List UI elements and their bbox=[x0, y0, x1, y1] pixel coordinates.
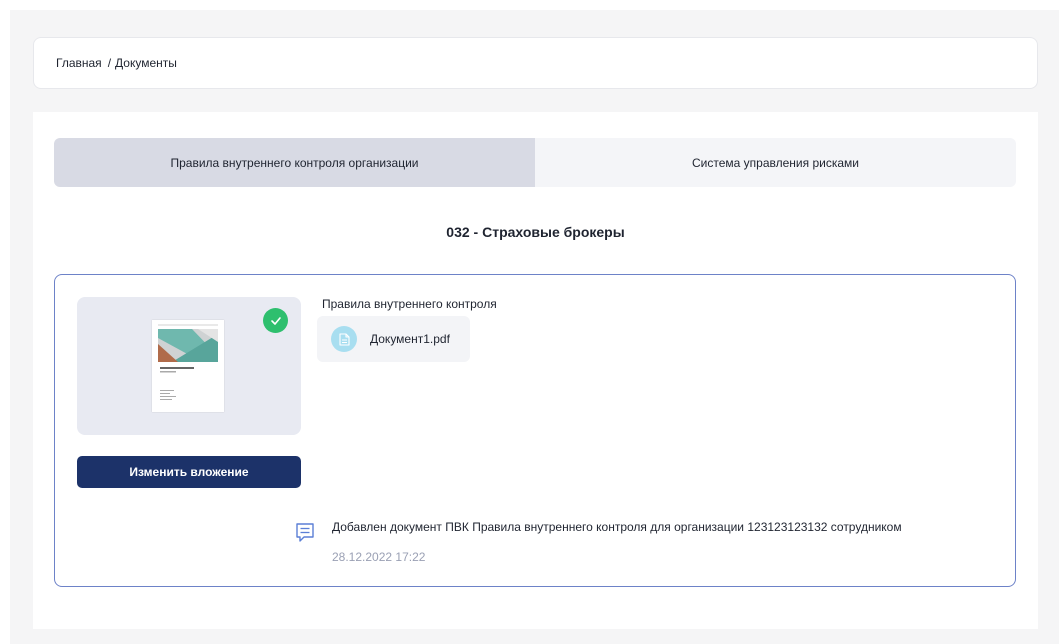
section-title: 032 - Страховые брокеры bbox=[446, 224, 625, 240]
change-attachment-button[interactable]: Изменить вложение bbox=[77, 456, 301, 488]
file-attachment-link[interactable]: Документ1.pdf bbox=[317, 316, 470, 362]
file-name: Документ1.pdf bbox=[370, 332, 450, 346]
document-card: Изменить вложение Правила внутреннего ко… bbox=[54, 274, 1016, 587]
documents-panel: Правила внутреннего контроля организации… bbox=[33, 112, 1038, 629]
breadcrumb-separator: / bbox=[107, 56, 112, 70]
message-icon bbox=[295, 522, 315, 549]
tab-bar: Правила внутреннего контроля организации… bbox=[54, 138, 1016, 187]
document-preview[interactable] bbox=[77, 297, 301, 435]
history-date: 28.12.2022 17:22 bbox=[332, 550, 426, 564]
breadcrumb: Главная / Документы bbox=[33, 37, 1038, 89]
attachment-label: Правила внутреннего контроля bbox=[322, 297, 497, 311]
document-thumbnail-icon bbox=[152, 320, 224, 412]
tab-internal-control-rules[interactable]: Правила внутреннего контроля организации bbox=[54, 138, 535, 187]
check-icon bbox=[263, 308, 288, 333]
breadcrumb-home-link[interactable]: Главная bbox=[56, 56, 102, 70]
history-text: Добавлен документ ПВК Правила внутреннег… bbox=[332, 520, 902, 534]
breadcrumb-current: Документы bbox=[115, 56, 177, 70]
tab-risk-management-system[interactable]: Система управления рисками bbox=[535, 138, 1016, 187]
file-icon bbox=[331, 326, 357, 352]
